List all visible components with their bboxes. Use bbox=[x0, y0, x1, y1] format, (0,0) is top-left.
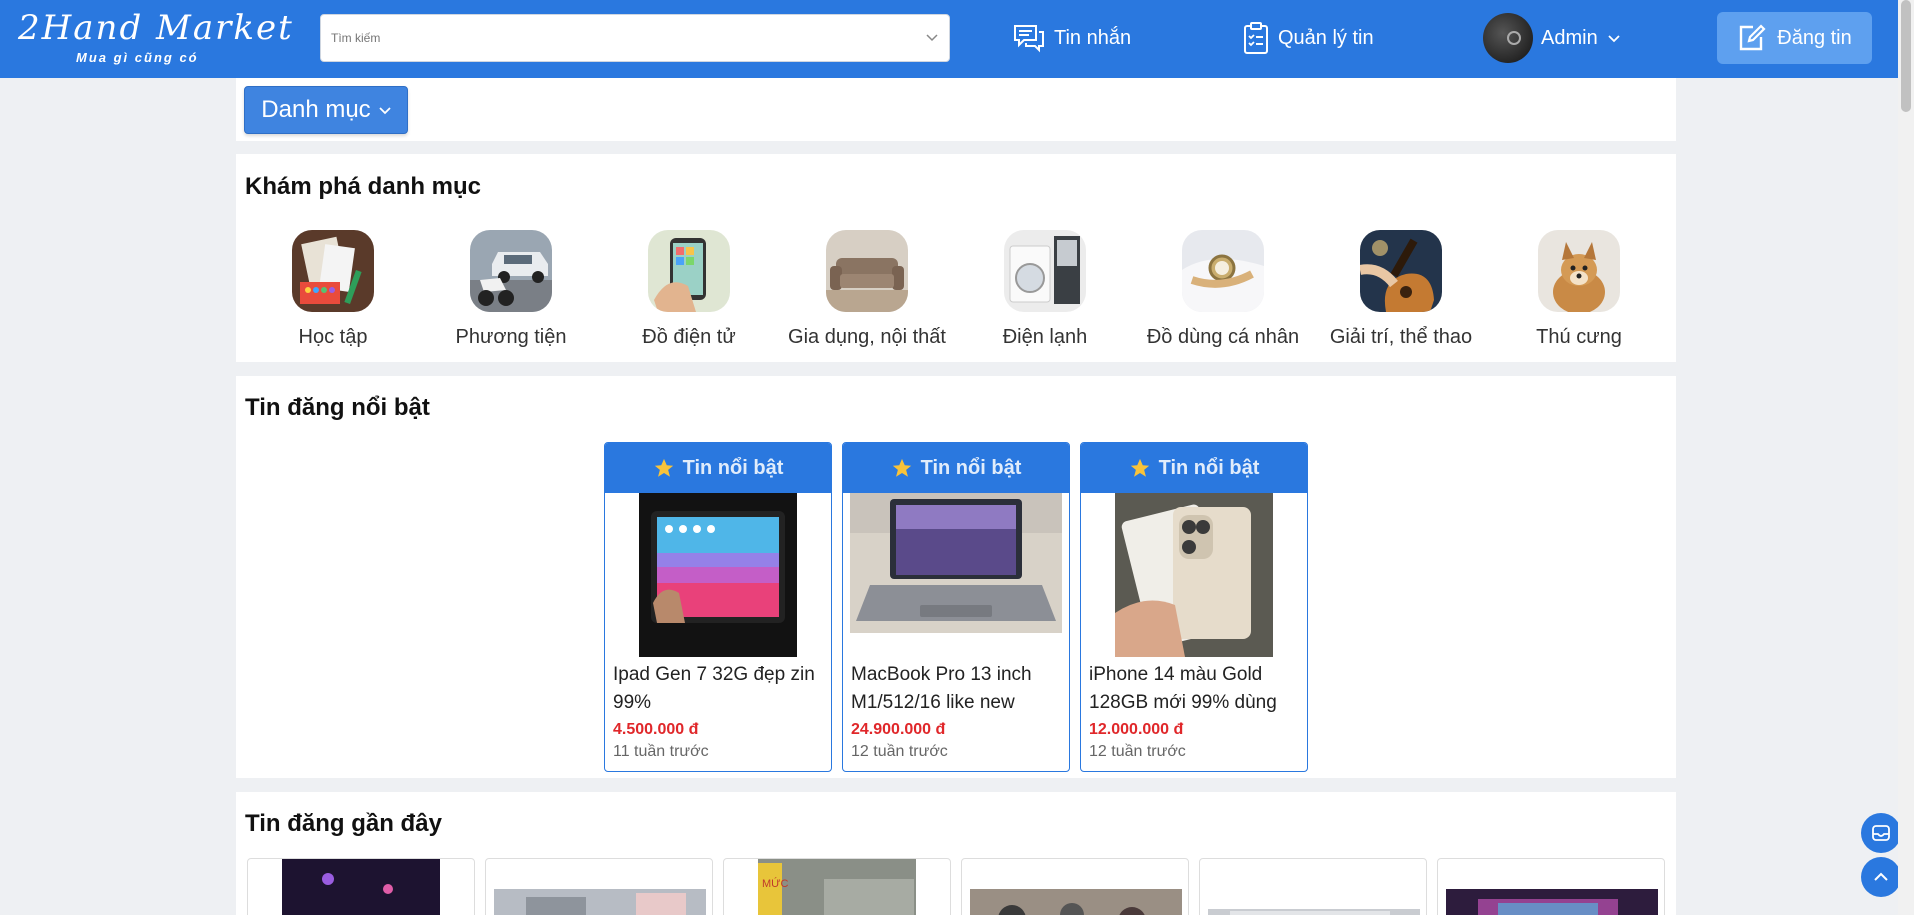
messages-link[interactable]: Tin nhắn bbox=[1012, 18, 1131, 58]
listing-image bbox=[1081, 493, 1307, 657]
listing-image bbox=[605, 493, 831, 657]
category-image bbox=[1004, 230, 1086, 312]
listing-image bbox=[494, 889, 706, 915]
post-listing-label: Đăng tin bbox=[1777, 26, 1852, 49]
manage-posts-link[interactable]: Quản lý tin bbox=[1242, 18, 1374, 58]
listing-time: 12 tuần trước bbox=[851, 743, 948, 760]
recent-listings-section: Tin đăng gần đây MỨC bbox=[236, 792, 1676, 915]
category-item-hoc-tap[interactable]: Học tập bbox=[244, 230, 422, 349]
featured-badge-label: Tin nổi bật bbox=[682, 456, 784, 479]
category-item-thu-cung[interactable]: Thú cưng bbox=[1490, 230, 1668, 349]
listing-image bbox=[282, 859, 440, 915]
user-menu[interactable]: Admin bbox=[1483, 13, 1628, 63]
listing-price: 24.900.000 đ bbox=[851, 721, 946, 738]
category-button-label: Danh mục bbox=[261, 96, 371, 123]
search-box[interactable] bbox=[320, 14, 950, 62]
category-label: Điện lạnh bbox=[1002, 326, 1088, 348]
featured-listings-section: Tin đăng nổi bật Tin nổi bật Ipad Gen 7 … bbox=[236, 376, 1676, 778]
edit-icon bbox=[1740, 24, 1766, 51]
star-icon bbox=[892, 458, 911, 477]
recent-card[interactable] bbox=[1437, 858, 1665, 915]
category-item-giai-tri[interactable]: Giải trí, thể thao bbox=[1312, 230, 1490, 349]
chevron-down-icon[interactable] bbox=[925, 30, 939, 44]
listing-time: 12 tuần trước bbox=[1089, 743, 1186, 760]
featured-badge: Tin nổi bật bbox=[843, 443, 1069, 493]
category-image bbox=[1182, 230, 1264, 312]
featured-card[interactable]: Tin nổi bật MacBook Pro 13 inch M1/512/1… bbox=[842, 442, 1070, 772]
featured-card[interactable]: Tin nổi bật iPhone 14 màu Gold 128GB mới… bbox=[1080, 442, 1308, 772]
listing-image bbox=[1208, 909, 1420, 915]
category-label: Phương tiện bbox=[455, 326, 567, 348]
category-image bbox=[648, 230, 730, 312]
category-item-phuong-tien[interactable]: Phương tiện bbox=[422, 230, 600, 349]
featured-badge: Tin nổi bật bbox=[1081, 443, 1307, 493]
category-bar: Danh mục bbox=[236, 78, 1676, 141]
recent-card[interactable] bbox=[961, 858, 1189, 915]
category-label: Thú cưng bbox=[1536, 326, 1622, 348]
category-image bbox=[826, 230, 908, 312]
explore-categories-section: Khám phá danh mục Học tập Phương tiện Đồ… bbox=[236, 154, 1676, 362]
messages-label: Tin nhắn bbox=[1054, 26, 1132, 49]
scrollbar-thumb[interactable] bbox=[1901, 0, 1911, 112]
top-navbar: 2Hand Market Mua gì cũng có Tin nhắn Quả… bbox=[0, 0, 1914, 78]
featured-badge-label: Tin nổi bật bbox=[1158, 456, 1260, 479]
category-label: Đồ dùng cá nhân bbox=[1146, 326, 1300, 348]
category-image bbox=[1538, 230, 1620, 312]
featured-card[interactable]: Tin nổi bật Ipad Gen 7 32G đẹp zin 99% 4… bbox=[604, 442, 832, 772]
category-item-do-dien-tu[interactable]: Đồ điện tử bbox=[600, 230, 778, 349]
category-label: Gia dụng, nội thất bbox=[788, 326, 946, 348]
inbox-button[interactable] bbox=[1861, 813, 1901, 853]
recent-card[interactable] bbox=[247, 858, 475, 915]
category-label: Đồ điện tử bbox=[642, 326, 736, 348]
logo-slogan: Mua gì cũng có bbox=[76, 50, 199, 65]
logo-title: 2Hand Market bbox=[18, 8, 294, 48]
category-label: Học tập bbox=[298, 326, 368, 348]
clipboard-list-icon bbox=[1244, 22, 1268, 54]
svg-text:MỨC: MỨC bbox=[762, 877, 789, 890]
category-item-gia-dung[interactable]: Gia dụng, nội thất bbox=[778, 230, 956, 349]
listing-image bbox=[843, 493, 1069, 657]
featured-badge-label: Tin nổi bật bbox=[920, 456, 1022, 479]
category-label: Giải trí, thể thao bbox=[1329, 326, 1473, 348]
page-scrollbar[interactable] bbox=[1898, 0, 1914, 915]
listing-time: 11 tuần trước bbox=[613, 743, 709, 760]
recent-card[interactable] bbox=[1199, 858, 1427, 915]
logo[interactable]: 2Hand Market Mua gì cũng có bbox=[18, 8, 298, 68]
recent-card[interactable]: MỨC bbox=[723, 858, 951, 915]
scroll-to-top-button[interactable] bbox=[1861, 857, 1901, 897]
chevron-up-icon bbox=[1874, 872, 1888, 881]
star-icon bbox=[654, 458, 673, 477]
category-item-do-dung-ca-nhan[interactable]: Đồ dùng cá nhân bbox=[1134, 230, 1312, 349]
section-title: Tin đăng gần đây bbox=[245, 810, 442, 837]
listing-title: iPhone 14 màu Gold 128GB mới 99% dùng bbox=[1089, 664, 1277, 713]
listing-title: MacBook Pro 13 inch M1/512/16 like new bbox=[851, 664, 1032, 713]
chat-icon bbox=[1014, 25, 1044, 53]
search-input[interactable] bbox=[331, 27, 891, 49]
chevron-down-icon bbox=[379, 107, 391, 115]
listing-image bbox=[1446, 889, 1658, 915]
avatar bbox=[1483, 13, 1533, 63]
section-title: Tin đăng nổi bật bbox=[245, 394, 430, 421]
featured-badge: Tin nổi bật bbox=[605, 443, 831, 493]
star-icon bbox=[1130, 458, 1149, 477]
section-title: Khám phá danh mục bbox=[245, 173, 482, 200]
inbox-icon bbox=[1872, 825, 1890, 841]
listing-title: Ipad Gen 7 32G đẹp zin 99% bbox=[613, 664, 815, 713]
manage-posts-label: Quản lý tin bbox=[1278, 26, 1374, 49]
category-image bbox=[1360, 230, 1442, 312]
listing-image: MỨC bbox=[758, 859, 916, 915]
user-name: Admin bbox=[1541, 26, 1598, 49]
listing-price: 4.500.000 đ bbox=[613, 721, 699, 738]
post-listing-button[interactable]: Đăng tin bbox=[1717, 12, 1872, 64]
category-image bbox=[470, 230, 552, 312]
chevron-down-icon bbox=[1608, 35, 1620, 43]
category-dropdown-button[interactable]: Danh mục bbox=[244, 86, 408, 134]
listing-price: 12.000.000 đ bbox=[1089, 721, 1184, 738]
recent-card[interactable] bbox=[485, 858, 713, 915]
category-item-dien-lanh[interactable]: Điện lạnh bbox=[956, 230, 1134, 349]
listing-image bbox=[970, 889, 1182, 915]
category-image bbox=[292, 230, 374, 312]
